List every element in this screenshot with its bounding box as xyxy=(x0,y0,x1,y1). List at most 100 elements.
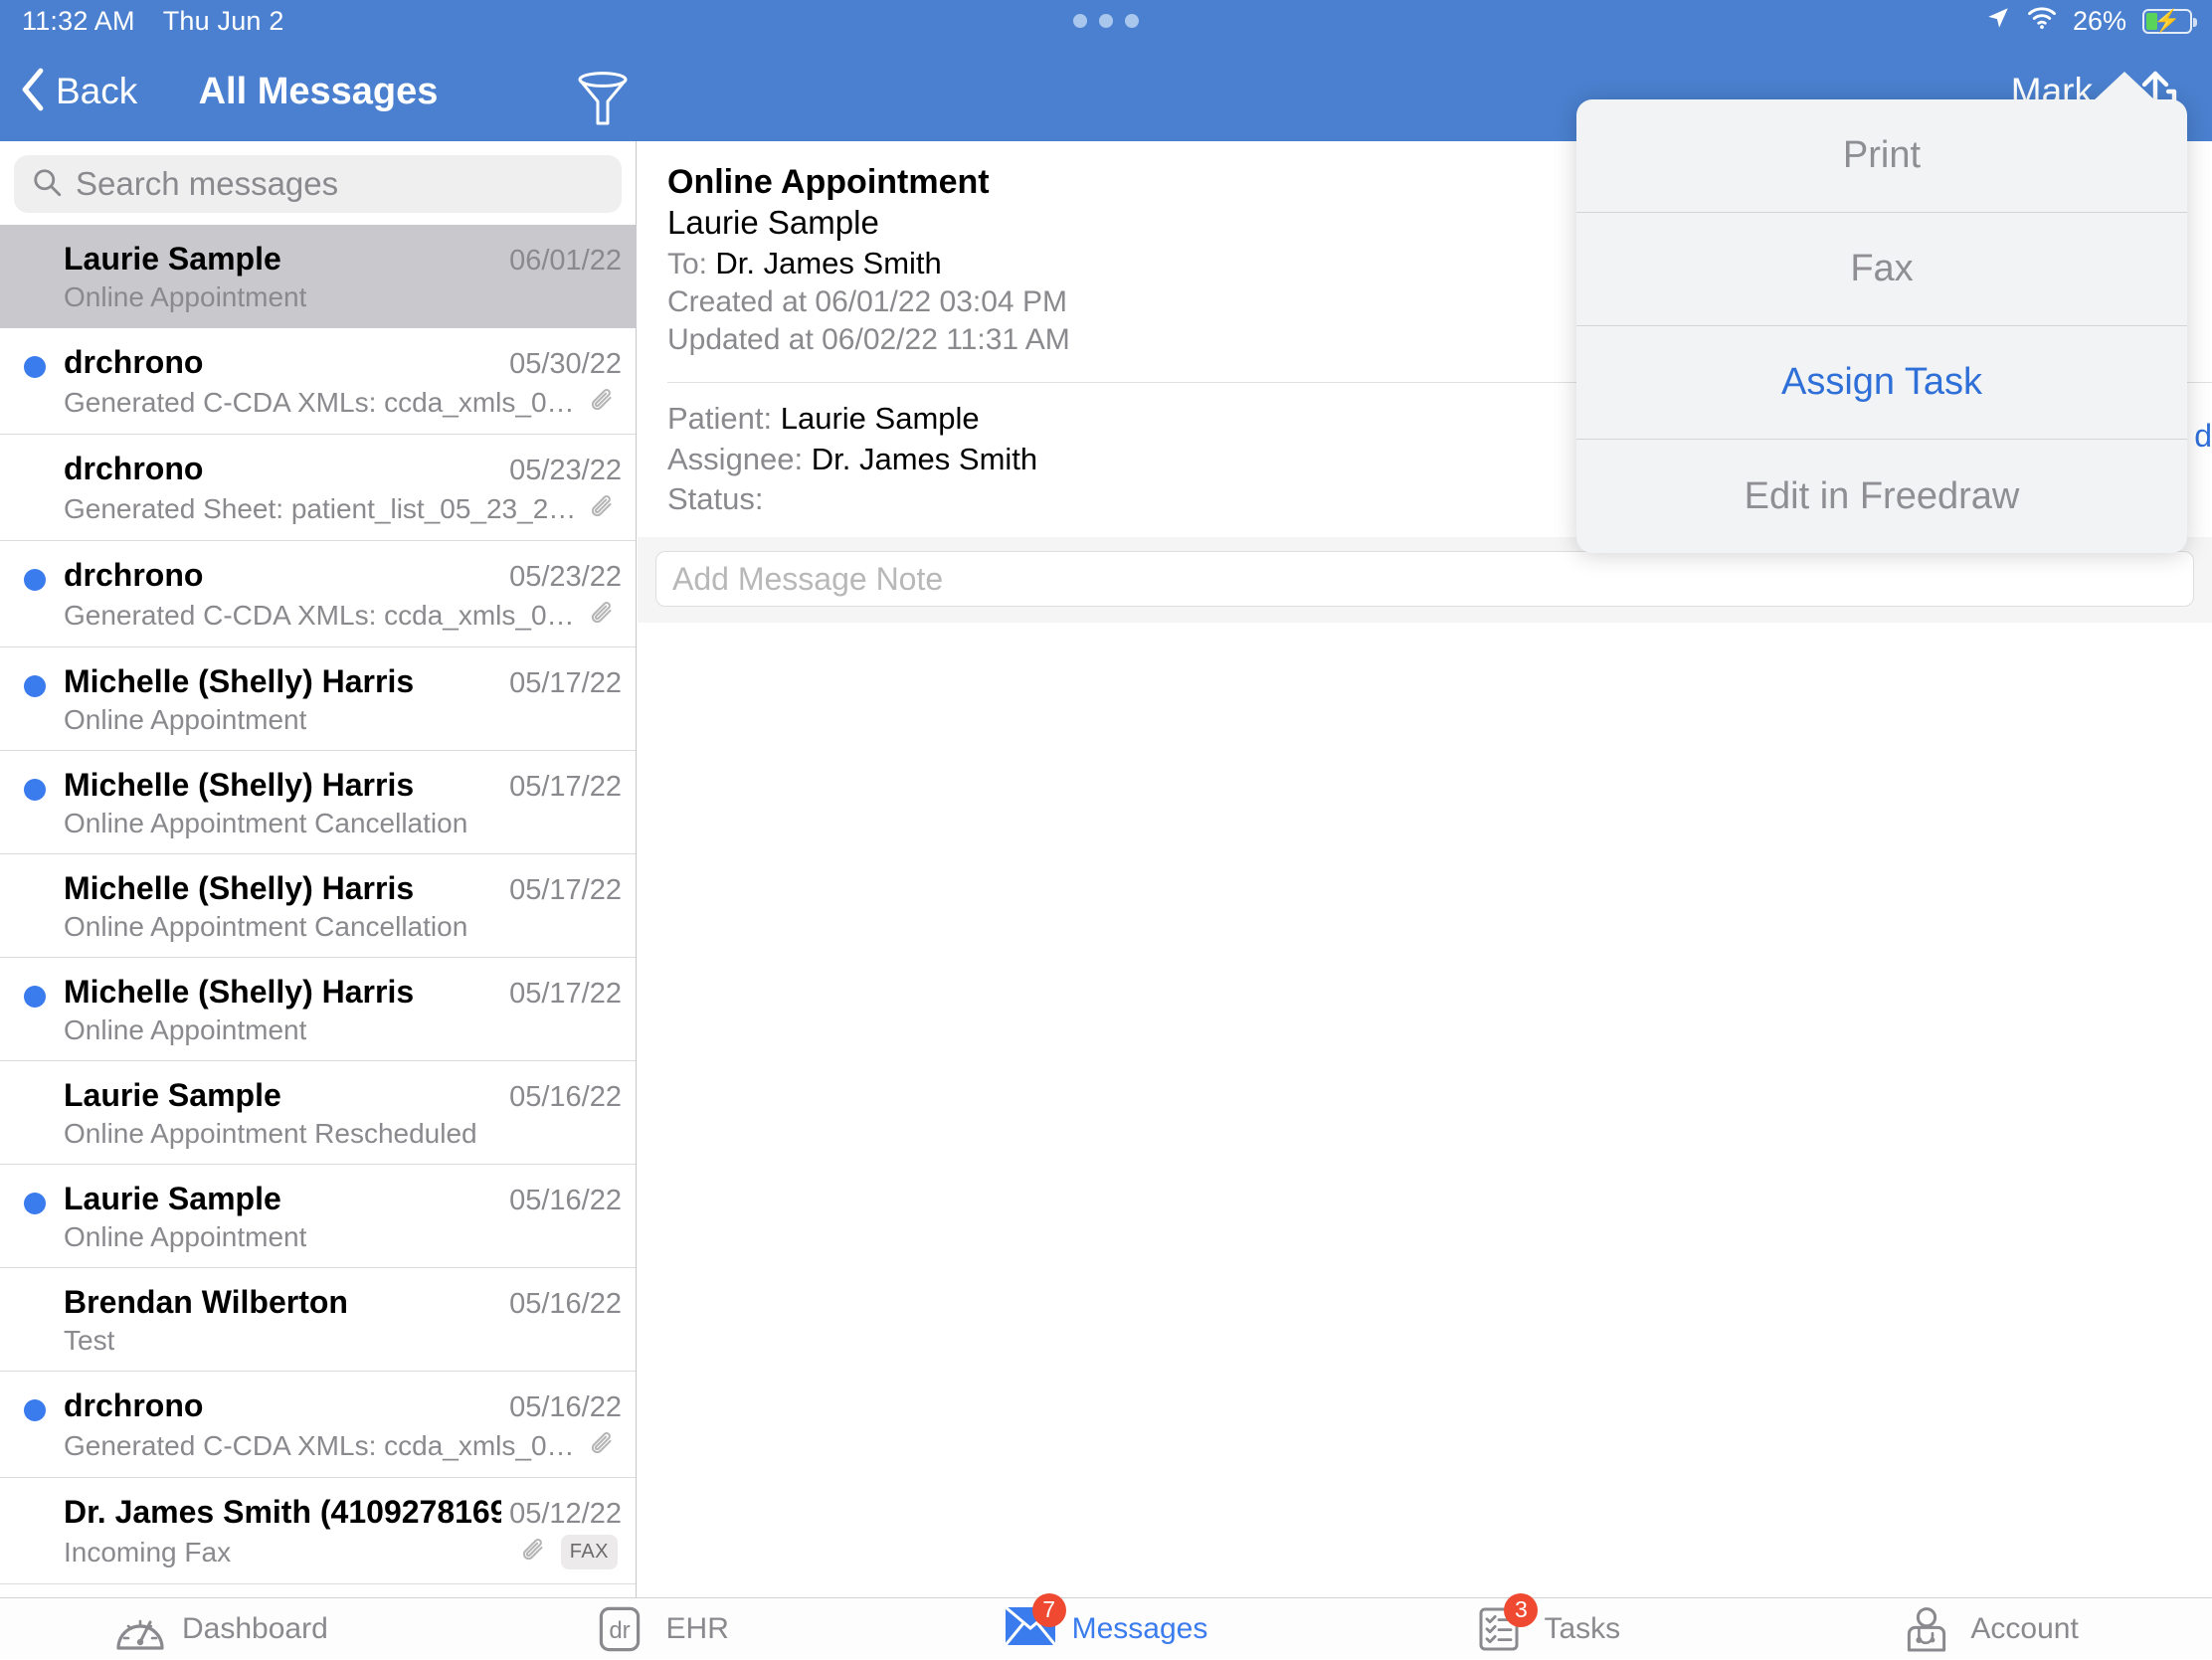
tab-ehr[interactable]: dr EHR xyxy=(443,1598,885,1660)
message-date: 05/17/22 xyxy=(509,978,622,1010)
svg-text:dr: dr xyxy=(609,1617,630,1644)
message-item-top: Michelle (Shelly) Harris 05/17/22 xyxy=(64,767,622,804)
back-button-label: Back xyxy=(56,71,138,111)
message-preview: Test xyxy=(64,1325,115,1356)
message-item-top: drchrono 05/23/22 xyxy=(64,451,622,487)
message-list-item[interactable]: Dr. James Smith (4109278169) 05/12/22 Inco… xyxy=(0,1478,636,1584)
message-list-item[interactable]: Michelle (Shelly) Harris 05/17/22 Online A… xyxy=(0,854,636,958)
message-preview: Online Appointment xyxy=(64,1221,307,1252)
message-date: 05/30/22 xyxy=(509,348,622,380)
tab-badge: 3 xyxy=(1504,1592,1539,1627)
message-date: 05/23/22 xyxy=(509,561,622,593)
message-item-icons xyxy=(588,385,618,420)
unread-indicator xyxy=(24,569,46,591)
dashboard-gauge-icon xyxy=(114,1606,166,1652)
search-input[interactable]: Search messages xyxy=(14,155,622,213)
message-list-item[interactable]: Michelle (Shelly) Harris 05/17/22 Online A… xyxy=(0,958,636,1061)
status-bar: 11:32 AM Thu Jun 2 26% ⚡ xyxy=(0,0,2212,42)
message-preview: Generated Sheet: patient_list_05_23_2022… xyxy=(64,492,580,524)
message-list-item[interactable]: Laurie Sample 05/16/22 Online Appointment … xyxy=(0,1061,636,1165)
battery-percent-label: 26% xyxy=(2072,5,2126,36)
detail-assignee-value: Dr. James Smith xyxy=(811,441,1038,476)
message-item-top: Laurie Sample 06/01/22 xyxy=(64,241,622,277)
message-date: 05/23/22 xyxy=(509,455,622,486)
message-list-item[interactable]: drchrono 05/30/22 Generated C-CDA XMLs: cc… xyxy=(0,328,636,435)
message-preview: Online Appointment xyxy=(64,1014,307,1045)
message-list-item[interactable]: drchrono 05/16/22 Generated C-CDA XMLs: cc… xyxy=(0,1372,636,1478)
message-list-item[interactable]: Michelle (Shelly) Harris 05/17/22 Online A… xyxy=(0,647,636,751)
message-item-icons xyxy=(588,598,618,633)
message-sender: Michelle (Shelly) Harris xyxy=(64,663,415,699)
popover-menu-item[interactable]: Assign Task xyxy=(1576,326,2187,440)
message-item-top: Laurie Sample 05/16/22 xyxy=(64,1077,622,1114)
message-item-bottom: Online Appointment Cancellation xyxy=(64,911,622,943)
popover-menu-item: Fax xyxy=(1576,213,2187,326)
envelope-icon: 7 xyxy=(1004,1592,1066,1652)
message-sender: drchrono xyxy=(64,451,204,486)
message-date: 05/17/22 xyxy=(509,667,622,699)
message-list-item[interactable]: drchrono 05/23/22 Generated Sheet: patient… xyxy=(0,435,636,541)
attachment-icon xyxy=(588,1428,618,1463)
message-list-item[interactable]: Laurie Sample 05/16/22 Online Appointment xyxy=(0,1165,636,1268)
location-arrow-icon xyxy=(1985,5,2011,38)
message-item-top: drchrono 05/30/22 xyxy=(64,344,622,381)
bottom-tab-bar[interactable]: Dashboard dr EHR 7 Messages 3 Tasks Account xyxy=(0,1592,2212,1660)
unread-indicator xyxy=(24,1399,46,1421)
add-message-note-input[interactable]: Add Message Note xyxy=(655,551,2194,608)
multitask-dot xyxy=(1125,14,1139,28)
tab-label: EHR xyxy=(665,1611,729,1645)
message-item-bottom: Online Appointment xyxy=(64,1014,622,1046)
detail-patient-value: Laurie Sample xyxy=(780,401,980,437)
popover-menu-item: Edit in Freedraw xyxy=(1744,474,2020,517)
message-item-icons xyxy=(588,1428,618,1463)
search-placeholder: Search messages xyxy=(76,165,339,202)
attachment-icon xyxy=(588,491,618,526)
multitask-indicator[interactable] xyxy=(1073,0,1139,42)
message-sender: drchrono xyxy=(64,1387,204,1423)
message-list-item[interactable]: Brendan Wilberton 05/16/22 Test xyxy=(0,1268,636,1372)
status-date: Thu Jun 2 xyxy=(162,5,284,36)
search-area: Search messages xyxy=(0,141,636,225)
message-item-bottom: Online Appointment xyxy=(64,281,622,313)
tab-account[interactable]: Account xyxy=(1769,1598,2212,1660)
unread-indicator xyxy=(24,356,46,378)
status-time: 11:32 AM xyxy=(22,5,135,36)
message-date: 05/16/22 xyxy=(509,1081,622,1113)
back-button[interactable]: Back xyxy=(20,42,137,141)
message-list[interactable]: Laurie Sample 06/01/22 Online Appointment d… xyxy=(0,225,636,1584)
message-sender: Michelle (Shelly) Harris xyxy=(64,974,415,1010)
clipped-action-link[interactable]: d xyxy=(2194,418,2212,455)
popover-arrow xyxy=(2093,72,2156,101)
message-preview: Incoming Fax xyxy=(64,1536,232,1568)
detail-assignee-label: Assignee: xyxy=(667,441,804,476)
detail-to-value: Dr. James Smith xyxy=(715,246,942,280)
message-item-icons xyxy=(588,491,618,526)
message-list-item[interactable]: Laurie Sample 06/01/22 Online Appointment xyxy=(0,225,636,328)
message-preview: Generated C-CDA XMLs: ccda_xmls_05_30_20… xyxy=(64,386,580,418)
search-icon xyxy=(32,167,62,202)
tab-label: Tasks xyxy=(1544,1611,1621,1645)
tab-messages[interactable]: 7 Messages xyxy=(885,1592,1328,1660)
detail-patient-label: Patient: xyxy=(667,401,773,437)
message-item-bottom: Generated Sheet: patient_list_05_23_2022… xyxy=(64,491,622,526)
message-list-item[interactable]: Michelle (Shelly) Harris 05/17/22 Online A… xyxy=(0,751,636,854)
tab-dashboard[interactable]: Dashboard xyxy=(0,1598,443,1660)
tab-tasks[interactable]: 3 Tasks xyxy=(1327,1592,1769,1660)
message-preview: Online Appointment xyxy=(64,281,307,312)
message-preview: Online Appointment Rescheduled xyxy=(64,1118,477,1149)
message-list-pane[interactable]: Search messages Laurie Sample 06/01/22 Onl… xyxy=(0,141,637,1597)
message-item-bottom: Incoming Fax FAX xyxy=(64,1535,622,1569)
status-bar-left: 11:32 AM Thu Jun 2 xyxy=(22,0,284,42)
message-list-item[interactable]: drchrono 05/23/22 Generated C-CDA XMLs: cc… xyxy=(0,541,636,647)
share-popover-menu[interactable]: Print Fax Assign Task Edit in Freedraw xyxy=(1576,99,2187,553)
unread-indicator xyxy=(24,986,46,1008)
multitask-dot xyxy=(1099,14,1113,28)
message-preview: Online Appointment Cancellation xyxy=(64,911,468,942)
funnel-icon[interactable] xyxy=(572,70,634,129)
message-item-bottom: Generated C-CDA XMLs: ccda_xmls_05_30_20… xyxy=(64,385,622,420)
message-preview: Online Appointment Cancellation xyxy=(64,808,468,838)
message-sender: Laurie Sample xyxy=(64,1181,281,1216)
message-sender: drchrono xyxy=(64,344,204,380)
message-item-bottom: Generated C-CDA XMLs: ccda_xmls_05_16_20… xyxy=(64,1428,622,1463)
message-item-top: Dr. James Smith (4109278169) 05/12/22 xyxy=(64,1494,622,1531)
